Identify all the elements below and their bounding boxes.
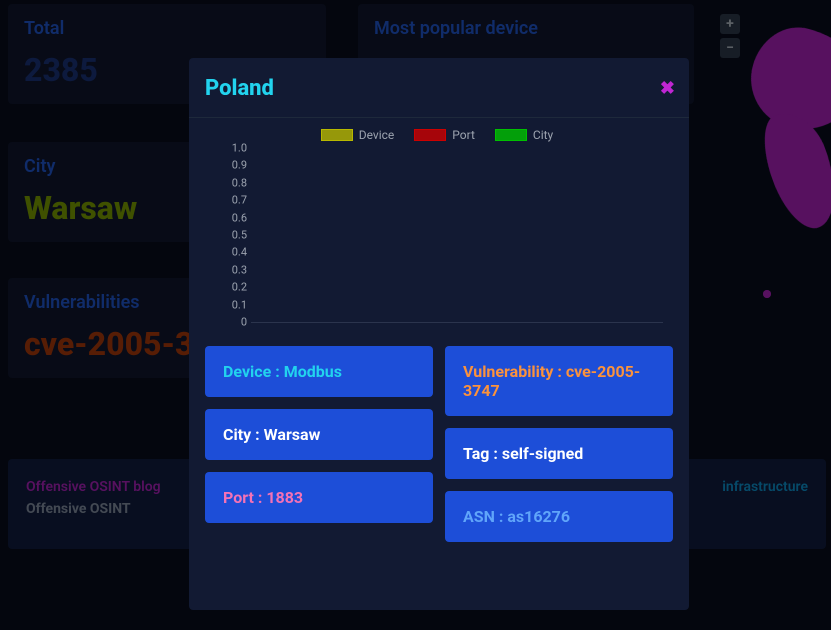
y-axis-tick: 1.0 bbox=[217, 142, 247, 155]
stat-pill-col-right: Vulnerability : cve-2005-3747 Tag : self-… bbox=[445, 346, 673, 542]
y-axis-tick: 0.3 bbox=[217, 263, 247, 276]
y-axis-tick: 0.6 bbox=[217, 211, 247, 224]
y-axis-tick: 0 bbox=[217, 316, 247, 329]
stat-pill[interactable]: Vulnerability : cve-2005-3747 bbox=[445, 346, 673, 416]
close-icon: ✖ bbox=[660, 78, 675, 99]
y-axis-tick: 0.9 bbox=[217, 159, 247, 172]
divider bbox=[189, 117, 689, 118]
country-modal: Poland ✖ Device Port City 1.00.90.80.70.… bbox=[189, 58, 689, 610]
stat-pill[interactable]: Device : Modbus bbox=[205, 346, 433, 397]
stat-pill-grid: Device : ModbusCity : WarsawPort : 1883 … bbox=[205, 346, 673, 542]
chart: Device Port City 1.00.90.80.70.60.50.40.… bbox=[211, 128, 663, 328]
y-axis-tick: 0.4 bbox=[217, 246, 247, 259]
modal-title: Poland bbox=[205, 76, 673, 101]
legend-swatch-port bbox=[414, 129, 446, 141]
stat-pill[interactable]: ASN : as16276 bbox=[445, 491, 673, 542]
stat-pill-col-left: Device : Modbus City : Warsaw Port : 1883 bbox=[205, 346, 433, 542]
stat-pill[interactable]: Port : 1883 bbox=[205, 472, 433, 523]
chart-legend: Device Port City bbox=[211, 128, 663, 142]
legend-label: Port bbox=[452, 128, 475, 142]
y-axis-tick: 0.1 bbox=[217, 298, 247, 311]
stat-pill[interactable]: Tag : self-signed bbox=[445, 428, 673, 479]
legend-label: Device bbox=[359, 128, 395, 142]
legend-swatch-city bbox=[495, 129, 527, 141]
legend-label: City bbox=[533, 128, 553, 142]
y-axis-tick: 0.2 bbox=[217, 281, 247, 294]
legend-item-device[interactable]: Device bbox=[321, 128, 395, 142]
legend-swatch-device bbox=[321, 129, 353, 141]
stat-pill[interactable]: City : Warsaw bbox=[205, 409, 433, 460]
legend-item-port[interactable]: Port bbox=[414, 128, 475, 142]
legend-item-city[interactable]: City bbox=[495, 128, 553, 142]
y-axis-tick: 0.8 bbox=[217, 176, 247, 189]
y-axis-tick: 0.7 bbox=[217, 194, 247, 207]
chart-plot-area: 1.00.90.80.70.60.50.40.30.20.10 bbox=[251, 148, 663, 323]
y-axis-tick: 0.5 bbox=[217, 229, 247, 242]
modal-close-button[interactable]: ✖ bbox=[660, 80, 675, 98]
